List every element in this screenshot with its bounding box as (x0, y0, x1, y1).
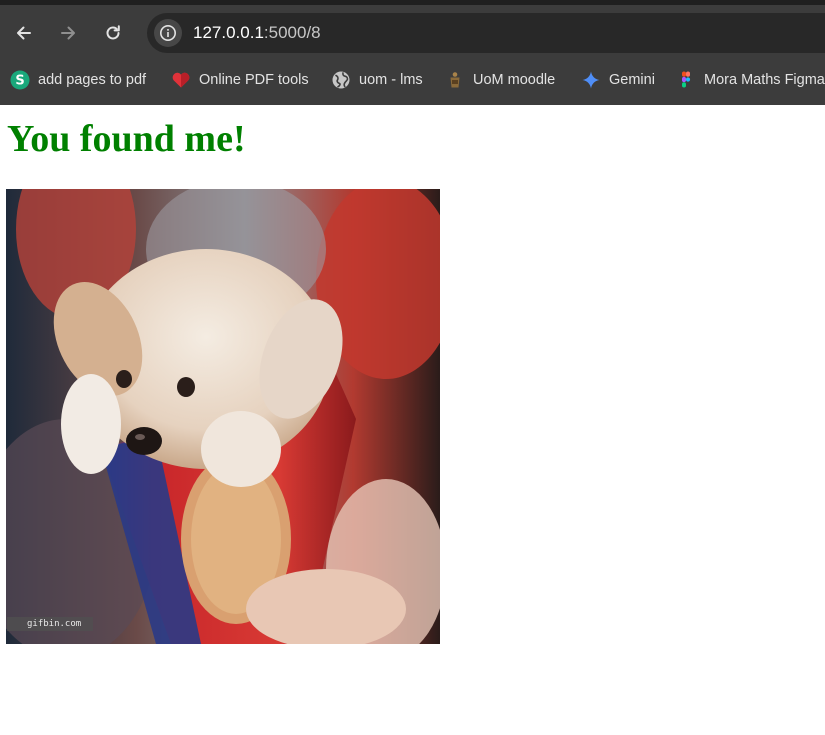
reload-button[interactable] (97, 17, 129, 49)
bookmark-label: UoM moodle (473, 72, 556, 88)
arrow-left-icon (17, 26, 31, 40)
figma-icon (676, 70, 696, 90)
bookmark-add-pages-to-pdf[interactable]: S add pages to pdf (10, 68, 146, 92)
address-bar[interactable]: 127.0.0.1:5000/8 (147, 13, 825, 53)
reload-icon (106, 25, 120, 40)
site-info-button[interactable] (154, 19, 182, 47)
url-path: :5000/8 (263, 23, 321, 42)
bookmark-uom-lms[interactable]: uom - lms (331, 68, 423, 92)
info-icon (160, 25, 176, 41)
globe-icon (331, 70, 351, 90)
svg-text:S: S (15, 74, 24, 89)
page-content: You found me! gifbin.com (0, 105, 825, 735)
bookmark-label: uom - lms (359, 72, 423, 88)
back-button[interactable] (8, 17, 40, 49)
gemini-sparkle-icon (581, 70, 601, 90)
bookmark-label: Gemini (609, 72, 655, 88)
page-heading: You found me! (7, 118, 246, 160)
browser-toolbar: 127.0.0.1:5000/8 S add pages to pdf Onli… (0, 0, 825, 105)
puppy-image: gifbin.com (6, 189, 440, 644)
bookmark-mora-maths-figma[interactable]: Mora Maths Figma (676, 68, 825, 92)
arrow-right-icon (61, 26, 75, 40)
image-watermark: gifbin.com (7, 617, 93, 631)
bookmark-label: Online PDF tools (199, 72, 309, 88)
bookmarks-bar: S add pages to pdf Online PDF tools uom … (0, 64, 825, 96)
bookmark-online-pdf-tools[interactable]: Online PDF tools (171, 68, 309, 92)
forward-button[interactable] (52, 17, 84, 49)
s-logo-icon: S (10, 70, 30, 90)
bookmark-label: Mora Maths Figma (704, 72, 825, 88)
bookmark-uom-moodle[interactable]: UoM moodle (445, 68, 555, 92)
url-text[interactable]: 127.0.0.1:5000/8 (193, 22, 321, 44)
heart-pdf-icon (171, 70, 191, 90)
url-host: 127.0.0.1 (193, 23, 264, 42)
crest-icon (445, 70, 465, 90)
bookmark-gemini[interactable]: Gemini (581, 68, 655, 92)
bookmark-label: add pages to pdf (38, 72, 147, 88)
